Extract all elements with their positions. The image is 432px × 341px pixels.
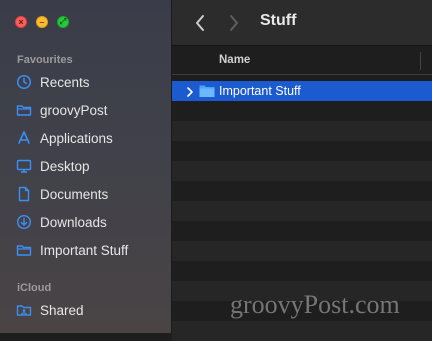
sidebar-item-applications[interactable]: Applications xyxy=(16,127,113,149)
sidebar-item-recents[interactable]: Recents xyxy=(16,71,90,93)
sidebar-item-label: Desktop xyxy=(40,158,90,174)
download-icon xyxy=(16,214,32,230)
chevron-left-icon xyxy=(196,15,204,31)
minimize-button[interactable]: – xyxy=(36,16,48,28)
desktop-icon xyxy=(16,158,32,174)
document-icon xyxy=(16,186,32,202)
folder-icon xyxy=(16,102,32,118)
sidebar-item-label: Shared xyxy=(40,302,84,318)
sidebar-item-downloads[interactable]: Downloads xyxy=(16,211,107,233)
close-button[interactable]: × xyxy=(15,16,27,28)
sidebar-item-label: Important Stuff xyxy=(40,242,129,258)
window-controls: × – ⤢ xyxy=(15,16,69,28)
shared-folder-icon xyxy=(16,302,32,318)
watermark: groovyPost.com xyxy=(230,290,400,319)
minimize-icon: – xyxy=(39,16,45,27)
zoom-button[interactable]: ⤢ xyxy=(57,16,69,28)
empty-row xyxy=(172,221,432,241)
sidebar-section-favourites: Favourites xyxy=(17,54,73,66)
sidebar-item-label: Applications xyxy=(40,130,113,146)
zoom-icon: ⤢ xyxy=(59,17,67,26)
sidebar-item-shared[interactable]: Shared xyxy=(16,299,84,321)
sidebar: × – ⤢ Favourites Recents groovyPost Appl… xyxy=(0,0,172,333)
sidebar-item-groovypost[interactable]: groovyPost xyxy=(16,99,108,121)
main-pane: Stuff Name Important Stuff xyxy=(172,0,432,341)
folder-icon xyxy=(199,84,215,103)
empty-row xyxy=(172,121,432,141)
empty-row xyxy=(172,141,432,161)
sidebar-item-desktop[interactable]: Desktop xyxy=(16,155,90,177)
empty-row xyxy=(172,161,432,181)
close-icon: × xyxy=(18,16,24,27)
empty-row xyxy=(172,181,432,201)
toolbar: Stuff xyxy=(172,0,432,46)
sidebar-item-label: Recents xyxy=(40,74,90,90)
chevron-right-icon xyxy=(230,15,238,31)
column-header: Name xyxy=(172,47,432,75)
column-divider[interactable] xyxy=(420,52,421,70)
empty-row xyxy=(172,321,432,341)
sidebar-item-important-stuff[interactable]: Important Stuff xyxy=(16,239,128,261)
sidebar-item-label: groovyPost xyxy=(40,102,108,118)
list-item[interactable]: Important Stuff xyxy=(172,81,432,101)
list-item-label: Important Stuff xyxy=(219,84,301,98)
applications-icon xyxy=(16,130,32,146)
disclosure-triangle[interactable] xyxy=(186,85,194,103)
empty-row xyxy=(172,261,432,281)
empty-row xyxy=(172,241,432,261)
column-header-name[interactable]: Name xyxy=(219,54,250,66)
sidebar-section-icloud: iCloud xyxy=(17,282,52,294)
folder-icon xyxy=(16,242,32,258)
forward-button[interactable] xyxy=(228,14,240,37)
window-title: Stuff xyxy=(260,12,297,29)
empty-row xyxy=(172,101,432,121)
chevron-right-icon xyxy=(187,87,193,97)
clock-icon xyxy=(16,74,32,90)
back-button[interactable] xyxy=(194,14,206,37)
sidebar-item-label: Downloads xyxy=(40,214,107,230)
empty-row xyxy=(172,201,432,221)
sidebar-item-documents[interactable]: Documents xyxy=(16,183,108,205)
sidebar-item-label: Documents xyxy=(40,186,109,202)
